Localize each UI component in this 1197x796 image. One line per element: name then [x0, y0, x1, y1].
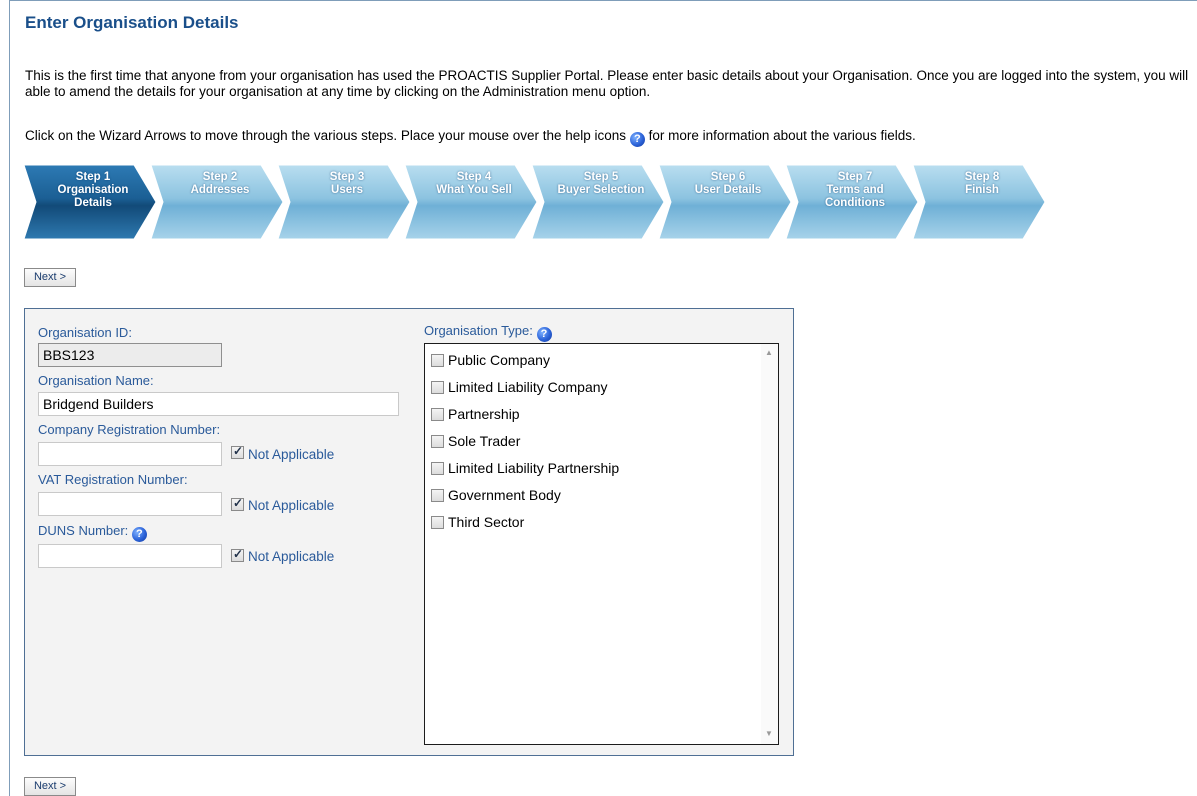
wizard-step-line2: Terms and — [826, 184, 884, 196]
hint-text-after: for more information about the various f… — [648, 128, 916, 143]
wizard-step-line2: Addresses — [190, 184, 250, 196]
org-type-option-label: Limited Liability Partnership — [448, 460, 620, 476]
wizard-step-6[interactable]: Step 6 User Details — [659, 161, 794, 243]
org-type-option-label: Partnership — [448, 406, 520, 422]
org-type-option-label: Limited Liability Company — [448, 379, 608, 395]
org-type-checkbox[interactable] — [431, 408, 444, 421]
wizard-step-label: Step 2 Addresses — [159, 171, 281, 197]
wizard-step-line2: Finish — [965, 184, 999, 196]
duns-help-icon[interactable]: ? — [131, 527, 147, 542]
wizard-step-7[interactable]: Step 7 Terms and Conditions — [786, 161, 921, 243]
scroll-down-arrow-icon[interactable]: ▼ — [765, 729, 773, 738]
frame-top-border — [9, 0, 1197, 1]
wizard-step-line1: Step 5 — [583, 171, 619, 183]
wizard-step-label: Step 3 Users — [286, 171, 408, 197]
wizard-step-4[interactable]: Step 4 What You Sell — [405, 161, 540, 243]
wizard-step-label: Step 7 Terms and Conditions — [794, 171, 916, 210]
org-type-option-label: Government Body — [448, 487, 561, 503]
wizard-step-line1: Step 4 — [456, 171, 492, 183]
wizard-step-label: Step 6 User Details — [667, 171, 789, 197]
wizard-step-line1: Step 8 — [964, 171, 1000, 183]
org-type-checkbox[interactable] — [431, 381, 444, 394]
org-type-checkbox[interactable] — [431, 435, 444, 448]
help-question-icon: ? — [629, 132, 645, 147]
wizard-step-line2: Buyer Selection — [557, 184, 645, 196]
wizard-step-label: Step 4 What You Sell — [413, 171, 535, 197]
organisation-details-panel: Organisation ID: Organisation Name: Comp… — [24, 308, 794, 756]
wizard-step-line2: User Details — [694, 184, 762, 196]
wizard-step-line2: Users — [331, 184, 363, 196]
wizard-hint: Click on the Wizard Arrows to move throu… — [25, 128, 916, 147]
wizard-step-line1: Step 3 — [329, 171, 365, 183]
vat-reg-not-applicable-label: Not Applicable — [248, 498, 335, 513]
org-type-list[interactable]: ▲ ▼ Public Company Limited Liability Comp… — [424, 343, 779, 745]
next-button-bottom[interactable]: Next > — [24, 777, 76, 796]
vat-reg-not-applicable-checkbox[interactable] — [231, 496, 244, 511]
org-type-checkbox[interactable] — [431, 462, 444, 475]
org-type-checkbox[interactable] — [431, 354, 444, 367]
hint-text-before: Click on the Wizard Arrows to move throu… — [25, 128, 627, 143]
wizard-step-line3: Conditions — [824, 197, 886, 209]
vat-reg-field[interactable] — [38, 492, 222, 516]
org-type-scrollbar[interactable]: ▲ ▼ — [761, 344, 778, 744]
wizard-step-line3: Details — [74, 197, 112, 209]
wizard-step-line1: Step 7 — [837, 171, 873, 183]
org-id-label: Organisation ID: — [38, 325, 132, 340]
frame-left-border — [9, 0, 10, 796]
duns-not-applicable-checkbox[interactable] — [231, 547, 244, 562]
org-name-field[interactable] — [38, 392, 399, 416]
org-type-option-label: Public Company — [448, 352, 550, 368]
wizard-step-line2: What You Sell — [436, 184, 512, 196]
wizard-steps: Step 1 Organisation Details Step 2 Addresses… — [24, 161, 1046, 243]
wizard-step-line1: Step 2 — [202, 171, 238, 183]
intro-text: This is the first time that anyone from … — [25, 68, 1189, 99]
wizard-step-line1: Step 1 — [75, 171, 111, 183]
duns-field[interactable] — [38, 544, 222, 568]
org-type-option-label: Sole Trader — [448, 433, 521, 449]
next-button-top[interactable]: Next > — [24, 268, 76, 287]
duns-label: DUNS Number: ? — [38, 523, 147, 542]
duns-not-applicable-label: Not Applicable — [248, 549, 335, 564]
org-type-label-text: Organisation Type: — [424, 323, 533, 338]
wizard-step-2[interactable]: Step 2 Addresses — [151, 161, 286, 243]
wizard-step-line1: Step 6 — [710, 171, 746, 183]
scroll-up-arrow-icon[interactable]: ▲ — [765, 348, 773, 357]
org-type-label: Organisation Type: ? — [424, 323, 552, 342]
page-title: Enter Organisation Details — [25, 13, 239, 32]
wizard-step-8[interactable]: Step 8 Finish — [913, 161, 1048, 243]
company-reg-field[interactable] — [38, 442, 222, 466]
org-type-help-icon[interactable]: ? — [536, 327, 552, 342]
company-reg-label: Company Registration Number: — [38, 422, 221, 437]
org-id-field — [38, 343, 222, 367]
wizard-step-5[interactable]: Step 5 Buyer Selection — [532, 161, 667, 243]
company-reg-not-applicable-label: Not Applicable — [248, 447, 335, 462]
wizard-step-1[interactable]: Step 1 Organisation Details — [24, 161, 159, 243]
wizard-step-3[interactable]: Step 3 Users — [278, 161, 413, 243]
org-type-checkbox[interactable] — [431, 489, 444, 502]
org-name-label: Organisation Name: — [38, 373, 154, 388]
org-type-checkbox[interactable] — [431, 516, 444, 529]
org-type-option-label: Third Sector — [448, 514, 525, 530]
wizard-step-line2: Organisation — [57, 184, 129, 196]
vat-reg-label: VAT Registration Number: — [38, 472, 188, 487]
wizard-step-label: Step 8 Finish — [921, 171, 1043, 197]
duns-label-text: DUNS Number: — [38, 523, 129, 538]
company-reg-not-applicable-checkbox[interactable] — [231, 444, 244, 459]
wizard-step-label: Step 5 Buyer Selection — [540, 171, 662, 197]
wizard-step-label: Step 1 Organisation Details — [32, 171, 154, 210]
